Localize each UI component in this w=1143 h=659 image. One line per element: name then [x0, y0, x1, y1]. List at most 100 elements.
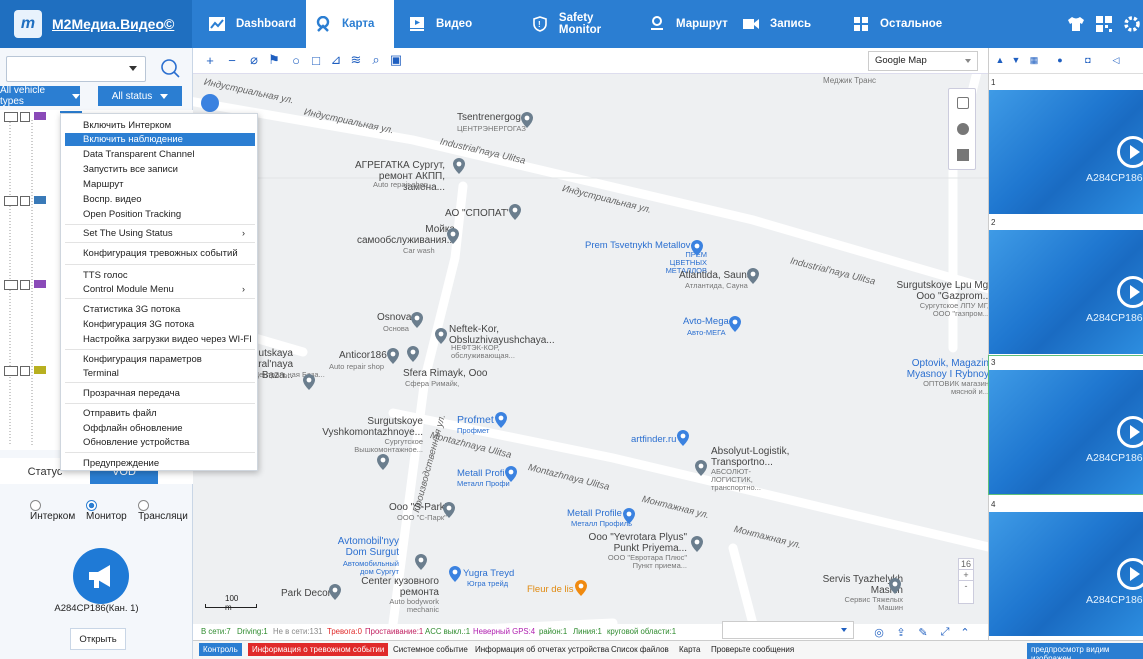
volume-icon[interactable]: ◁	[1111, 55, 1121, 65]
tab-alarm-info[interactable]: Информация о тревожном событии	[248, 643, 389, 656]
menu-item-param-config[interactable]: Конфигурация параметров	[83, 354, 202, 365]
menu-item-start-all-records[interactable]: Запустить все записи	[83, 164, 178, 175]
menu-item-alarm-config[interactable]: Конфигурация тревожных событий	[83, 248, 238, 259]
radio-intercom[interactable]: Интерком	[30, 500, 80, 522]
tree-checkbox[interactable]	[20, 196, 30, 206]
menu-item-enable-monitor[interactable]: Включить наблюдение	[65, 133, 255, 146]
menu-item-position-tracking[interactable]: Open Position Tracking	[83, 209, 181, 220]
video-screen[interactable]: A284CP186	[989, 370, 1143, 494]
globe-icon[interactable]	[957, 123, 969, 135]
nav-dashboard[interactable]: Dashboard	[200, 0, 298, 48]
ruler-icon[interactable]: ⌀	[247, 52, 261, 67]
status-select[interactable]	[722, 621, 854, 639]
tree-expander[interactable]	[4, 366, 18, 376]
video-screen[interactable]: A284CP186	[989, 512, 1143, 636]
app-logo[interactable]: m M2Медиа.Видео©	[0, 0, 192, 48]
play-icon[interactable]	[1117, 416, 1143, 448]
nav-safety-monitor[interactable]: ! Safety Monitor	[524, 0, 634, 48]
menu-item-control-module[interactable]: Control Module Menu ›	[83, 284, 253, 295]
zoom-out-icon[interactable]: −	[225, 53, 239, 68]
menu-item-route[interactable]: Маршрут	[83, 179, 124, 190]
nav-map[interactable]: Карта	[306, 0, 394, 48]
menu-item-tts[interactable]: TTS голос	[83, 270, 128, 281]
video-screen[interactable]: A284CP186	[989, 90, 1143, 214]
menu-item-enable-intercom[interactable]: Включить Интерком	[83, 120, 171, 131]
menu-item-3g-stats[interactable]: Статистика 3G потока	[83, 304, 180, 315]
menu-item-send-file[interactable]: Отправить файл	[83, 408, 157, 419]
tree-expander[interactable]	[4, 112, 18, 122]
locate-icon[interactable]: ◎	[872, 625, 886, 639]
menu-item-offline-update[interactable]: Оффлайн обновление	[83, 423, 183, 434]
zoom-control[interactable]: 16 + -	[958, 558, 974, 604]
nav-video[interactable]: Видео	[400, 0, 500, 48]
gear-icon[interactable]	[1122, 14, 1142, 34]
record-icon[interactable]: ●	[1055, 55, 1065, 65]
tree-expander[interactable]	[4, 280, 18, 290]
route-tool-icon[interactable]: ≋	[349, 52, 363, 67]
map-view[interactable]: Индустриальная ул. Индустриальная ул. In…	[193, 48, 988, 624]
tree-expander[interactable]	[4, 196, 18, 206]
tshirt-icon[interactable]	[1066, 14, 1086, 34]
menu-item-transparent-transfer[interactable]: Прозрачная передача	[83, 388, 180, 399]
flag-icon[interactable]: ⚑	[267, 52, 281, 67]
tree-checkbox[interactable]	[20, 366, 30, 376]
traffic-icon[interactable]	[957, 97, 969, 109]
menu-item-data-transparent-channel[interactable]: Data Transparent Channel	[83, 149, 194, 160]
zoom-out-button[interactable]: -	[959, 581, 973, 591]
menu-item-play-video[interactable]: Воспр. видео	[83, 194, 142, 205]
zoom-in-icon[interactable]: +	[203, 53, 217, 68]
layout-icon[interactable]: ▦	[1029, 55, 1039, 65]
tab-image-preview[interactable]: предпросмотр видим изображен	[1027, 643, 1143, 659]
export-icon[interactable]: ⇪	[894, 625, 908, 639]
tab-control[interactable]: Контроль	[199, 643, 242, 656]
zoom-in-button[interactable]: +	[959, 570, 973, 581]
status-filter[interactable]: All status	[98, 86, 182, 106]
layout-icon[interactable]	[1094, 14, 1114, 34]
tree-checkbox[interactable]	[20, 280, 30, 290]
tab-system-event[interactable]: Системное событие	[393, 645, 468, 654]
nav-other[interactable]: Остальное	[844, 0, 954, 48]
search-button[interactable]	[156, 54, 184, 82]
tab-map[interactable]: Карта	[679, 645, 700, 654]
vehicle-search-select[interactable]	[6, 56, 146, 82]
video-tile[interactable]: 3 A284CP186	[988, 355, 1143, 495]
radio-broadcast[interactable]: Трансляци	[138, 500, 192, 522]
tree-checkbox[interactable]	[20, 112, 30, 122]
play-icon[interactable]	[1117, 558, 1143, 590]
circle-tool-icon[interactable]: ○	[289, 53, 303, 68]
radio-monitor[interactable]: Монитор	[86, 500, 132, 522]
menu-item-wifi-upload[interactable]: Настройка загрузки видео через WI-FI	[83, 334, 252, 345]
arrow-up-icon[interactable]: ▲	[995, 55, 1005, 65]
polygon-tool-icon[interactable]: ⊿	[329, 52, 343, 67]
video-tile[interactable]: 4 A284CP186	[989, 498, 1143, 636]
open-button[interactable]: Открыть	[70, 628, 126, 650]
snapshot-icon[interactable]: ◘	[1083, 55, 1093, 65]
arrow-down-icon[interactable]: ▼	[1011, 55, 1021, 65]
nav-route[interactable]: Маршрут	[640, 0, 730, 48]
collapse-icon[interactable]: ⌃	[958, 625, 972, 639]
tab-check-messages[interactable]: Проверьте сообщения	[711, 645, 794, 654]
fullscreen-icon[interactable]: ⤢	[938, 625, 952, 639]
video-tile[interactable]: 2 A284CP186	[989, 216, 1143, 354]
menu-item-warning[interactable]: Предупреждение	[83, 458, 159, 469]
edit-icon[interactable]: ✎	[916, 625, 930, 639]
menu-item-device-update[interactable]: Обновление устройства	[83, 437, 189, 448]
app-title[interactable]: M2Медиа.Видео©	[52, 16, 174, 32]
video-screen[interactable]: A284CP186	[989, 230, 1143, 354]
tab-file-list[interactable]: Список файлов	[611, 645, 669, 654]
vehicle-type-filter[interactable]: All vehicle types	[0, 85, 80, 107]
tab-device-reports[interactable]: Информация об отчетах устройства	[475, 645, 609, 654]
megaphone-button[interactable]	[73, 548, 129, 604]
play-icon[interactable]	[1117, 276, 1143, 308]
menu-item-using-status[interactable]: Set The Using Status ›	[83, 228, 253, 239]
rectangle-tool-icon[interactable]: □	[309, 53, 323, 68]
map-provider-select[interactable]: Google Map	[868, 51, 978, 71]
play-icon[interactable]	[1117, 136, 1143, 168]
menu-item-3g-config[interactable]: Конфигурация 3G потока	[83, 319, 194, 330]
save-icon[interactable]: ▣	[389, 52, 403, 67]
video-tile[interactable]: 1 A284CP186	[989, 76, 1143, 214]
cube-icon[interactable]	[957, 149, 969, 161]
search-icon[interactable]: ⌕	[369, 52, 383, 67]
nav-record[interactable]: Запись	[734, 0, 830, 48]
menu-item-terminal[interactable]: Terminal	[83, 368, 119, 379]
